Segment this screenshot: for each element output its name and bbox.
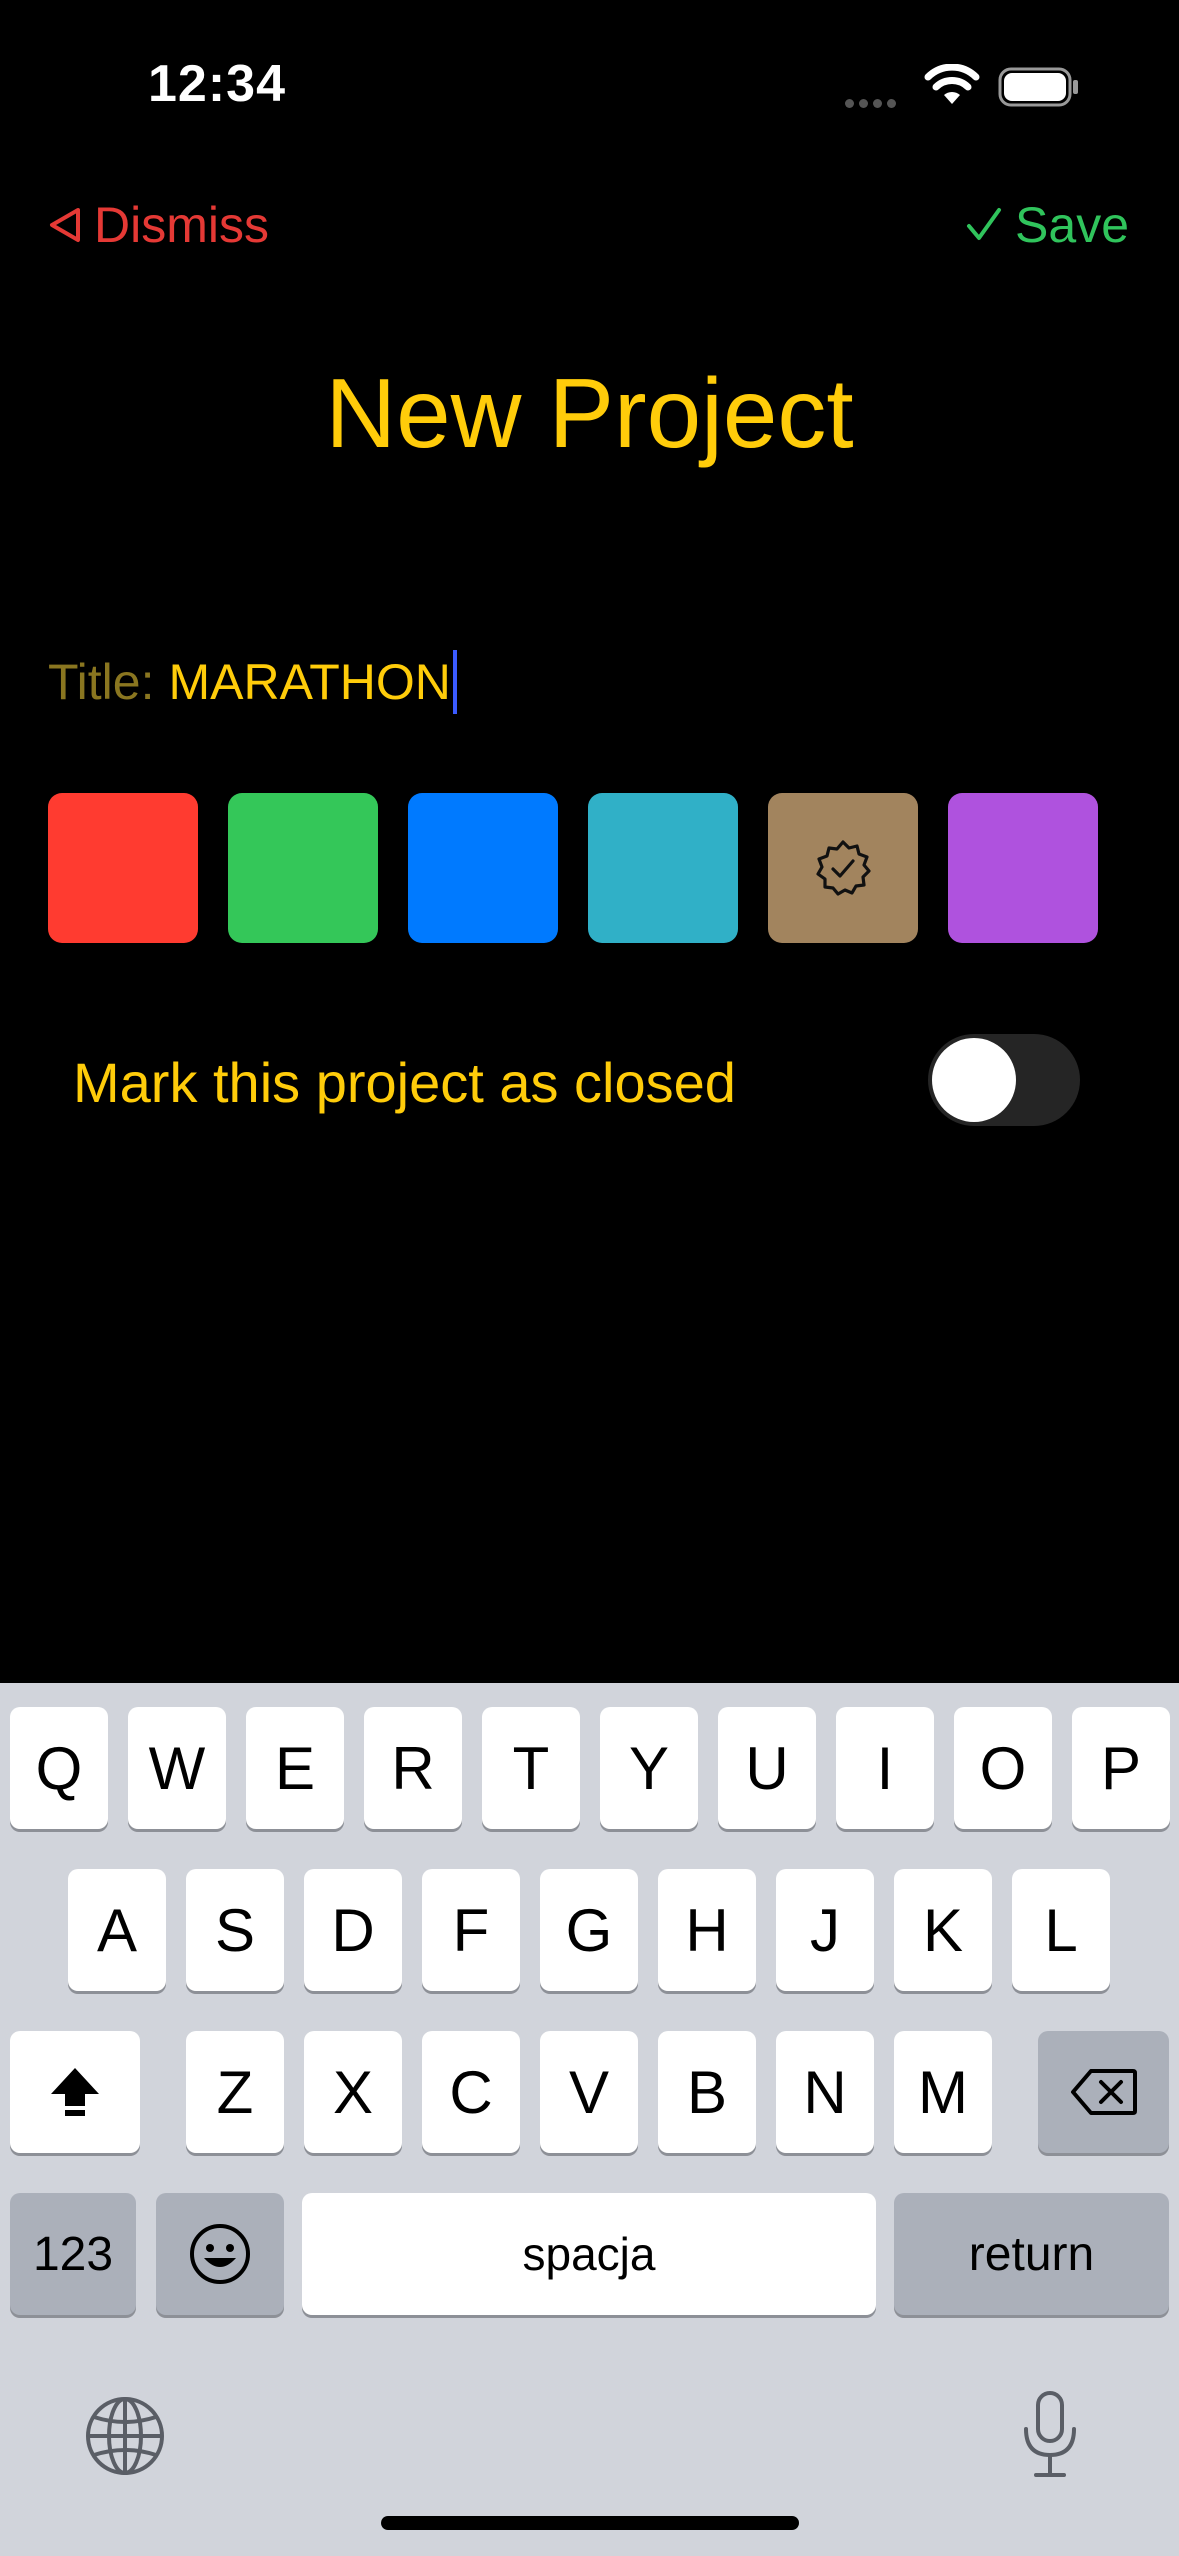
color-swatch-brown-selected[interactable] xyxy=(768,793,918,943)
key-m[interactable]: M xyxy=(894,2031,992,2153)
cellular-signal-icon xyxy=(845,95,901,113)
key-q[interactable]: Q xyxy=(10,1707,108,1829)
emoji-key[interactable] xyxy=(156,2193,284,2315)
color-swatch-teal[interactable] xyxy=(588,793,738,943)
battery-icon xyxy=(998,67,1078,107)
shift-icon xyxy=(51,2068,99,2116)
checkmark-seal-icon xyxy=(816,840,871,896)
key-j[interactable]: J xyxy=(776,1869,874,1991)
wifi-icon xyxy=(924,64,980,104)
key-f[interactable]: F xyxy=(422,1869,520,1991)
shift-key[interactable] xyxy=(10,2031,140,2153)
key-v[interactable]: V xyxy=(540,2031,638,2153)
closed-toggle[interactable] xyxy=(928,1034,1080,1126)
globe-icon[interactable] xyxy=(84,2395,166,2477)
key-k[interactable]: K xyxy=(894,1869,992,1991)
key-o[interactable]: O xyxy=(954,1707,1052,1829)
key-l[interactable]: L xyxy=(1012,1869,1110,1991)
key-g[interactable]: G xyxy=(540,1869,638,1991)
backspace-icon xyxy=(1070,2069,1137,2115)
key-s[interactable]: S xyxy=(186,1869,284,1991)
color-swatch-blue[interactable] xyxy=(408,793,558,943)
key-p[interactable]: P xyxy=(1072,1707,1170,1829)
key-u[interactable]: U xyxy=(718,1707,816,1829)
key-y[interactable]: Y xyxy=(600,1707,698,1829)
checkmark-icon xyxy=(967,208,1002,240)
key-h[interactable]: H xyxy=(658,1869,756,1991)
microphone-icon[interactable] xyxy=(1020,2389,1080,2481)
numbers-key[interactable]: 123 xyxy=(10,2193,136,2315)
title-label: Title: xyxy=(48,654,155,710)
dismiss-label: Dismiss xyxy=(94,197,269,253)
color-swatch-purple[interactable] xyxy=(948,793,1098,943)
dismiss-button[interactable]: Dismiss xyxy=(48,196,269,254)
closed-toggle-label: Mark this project as closed xyxy=(73,1051,736,1114)
key-i[interactable]: I xyxy=(836,1707,934,1829)
space-key[interactable]: spacja xyxy=(302,2193,876,2315)
key-b[interactable]: B xyxy=(658,2031,756,2153)
key-w[interactable]: W xyxy=(128,1707,226,1829)
emoji-icon xyxy=(190,2224,250,2284)
key-z[interactable]: Z xyxy=(186,2031,284,2153)
status-time: 12:34 xyxy=(148,55,286,113)
toggle-knob xyxy=(932,1038,1016,1122)
key-a[interactable]: A xyxy=(68,1869,166,1991)
triangle-left-icon xyxy=(50,208,80,242)
home-indicator xyxy=(381,2516,799,2530)
key-r[interactable]: R xyxy=(364,1707,462,1829)
key-t[interactable]: T xyxy=(482,1707,580,1829)
delete-key[interactable] xyxy=(1038,2031,1169,2153)
title-input[interactable]: MARATHON xyxy=(169,653,451,711)
title-field[interactable]: Title: MARATHON xyxy=(48,650,457,714)
save-label: Save xyxy=(1015,197,1129,253)
key-c[interactable]: C xyxy=(422,2031,520,2153)
save-button[interactable]: Save xyxy=(965,196,1129,254)
color-swatch-red[interactable] xyxy=(48,793,198,943)
keyboard: Q W E R T Y U I O P A S D F G H J K L Z … xyxy=(0,1683,1179,2556)
key-e[interactable]: E xyxy=(246,1707,344,1829)
color-swatch-green[interactable] xyxy=(228,793,378,943)
return-key[interactable]: return xyxy=(894,2193,1169,2315)
text-cursor xyxy=(452,650,457,714)
page-title: New Project xyxy=(325,358,854,468)
key-n[interactable]: N xyxy=(776,2031,874,2153)
key-x[interactable]: X xyxy=(304,2031,402,2153)
key-d[interactable]: D xyxy=(304,1869,402,1991)
